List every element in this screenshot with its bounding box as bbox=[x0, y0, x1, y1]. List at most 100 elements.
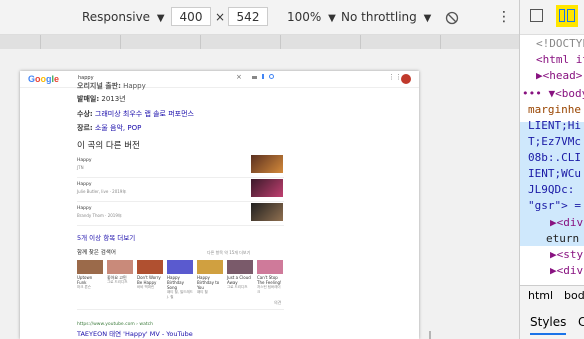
version-thumbnail[interactable] bbox=[251, 203, 283, 221]
tab-styles[interactable]: Styles bbox=[530, 315, 567, 335]
resize-handle[interactable]: ‖ bbox=[428, 330, 432, 339]
code-line[interactable]: T;Ez7VMc bbox=[528, 134, 581, 150]
version-row[interactable]: Happy JTN bbox=[77, 155, 284, 178]
devtools-panel: <!DOCTYPE <html it ▶<head> ••• ▼<body ma… bbox=[519, 0, 584, 339]
apps-icon[interactable]: ⋮⋮ bbox=[388, 73, 402, 81]
google-logo[interactable]: Google bbox=[28, 74, 59, 84]
panel-tabs: Styles C bbox=[520, 308, 584, 339]
zoom-select[interactable]: 100% ▼ bbox=[287, 0, 336, 34]
info-row: 발매일: 2013년 bbox=[77, 94, 126, 104]
device-label: Responsive bbox=[82, 10, 151, 24]
code-line[interactable]: ▶<head> bbox=[536, 68, 582, 84]
version-thumbnail[interactable] bbox=[251, 179, 283, 197]
related-card[interactable]: Happy Birthday Song 패티 힐, 밀드레드 J. 힐 bbox=[167, 260, 193, 300]
more-versions-link[interactable]: 5개 이상 항목 더보기 bbox=[77, 232, 135, 242]
code-line[interactable]: "gsr"> = bbox=[528, 198, 581, 214]
version-thumbnail[interactable] bbox=[251, 155, 283, 173]
related-card[interactable]: Don't Worry Be Happy 바비 맥퍼린 bbox=[137, 260, 163, 290]
related-card[interactable]: Just a Cloud Away 그로 드리디즈 bbox=[227, 260, 253, 290]
card-artist: 저스틴 팀버레이크 bbox=[257, 285, 281, 294]
throttle-label: No throttling bbox=[341, 10, 417, 24]
avatar[interactable] bbox=[401, 74, 411, 84]
device-toolbar: Responsive ▼ 400 × 542 100% ▼ No throttl… bbox=[0, 0, 519, 35]
device-toggle-icon[interactable] bbox=[556, 5, 578, 27]
code-line[interactable]: ▶<sty bbox=[550, 247, 583, 263]
version-title: Happy bbox=[77, 182, 92, 187]
breadcrumb-html[interactable]: html bbox=[528, 289, 553, 302]
chevron-down-icon: ▼ bbox=[156, 13, 165, 24]
info-key: 수상: bbox=[77, 110, 93, 118]
version-row[interactable]: Happy Brandy Thom · 2019年 bbox=[77, 203, 284, 226]
version-artist: JTN bbox=[77, 165, 84, 170]
mic-icon[interactable] bbox=[261, 74, 264, 79]
card-artist: 그로 드리디즈 bbox=[107, 280, 128, 284]
info-row: 수상: 그래미상 최우수 랩 솔로 퍼포먼스 bbox=[77, 109, 194, 119]
search-icon[interactable] bbox=[268, 74, 274, 79]
width-input[interactable]: 400 bbox=[171, 7, 211, 26]
card-artist: 바비 맥퍼린 bbox=[137, 285, 155, 289]
result-title[interactable]: TAEYEON 태연 'Happy' MV - YouTube bbox=[77, 328, 193, 338]
code-line[interactable]: eturn bbox=[546, 231, 579, 247]
search-tools-icons[interactable] bbox=[252, 74, 274, 81]
related-card[interactable]: Uptown Funk 마크 론슨 bbox=[77, 260, 103, 290]
version-artist: Julie Butler, live · 2019年 bbox=[77, 189, 127, 194]
tab-computed[interactable]: C bbox=[578, 315, 584, 329]
info-value: Happy bbox=[123, 82, 146, 90]
card-artist: 마크 론슨 bbox=[77, 285, 91, 289]
throttle-select[interactable]: No throttling ▼ bbox=[341, 0, 431, 34]
code-line[interactable]: LIENT;Hi bbox=[528, 118, 581, 134]
card-name: Can't Stop The Feeling! bbox=[257, 275, 282, 285]
feedback-link[interactable]: 의견 bbox=[274, 300, 281, 306]
zoom-label: 100% bbox=[287, 10, 322, 24]
searched-title: 함께 찾은 검색어 bbox=[77, 250, 116, 256]
related-card[interactable]: Happy Birthday to You 패티 힐 bbox=[197, 260, 223, 295]
height-input[interactable]: 542 bbox=[228, 7, 268, 26]
searched-more-link[interactable]: 다른 항목 약 15개 더보기 bbox=[207, 250, 250, 256]
card-name: Uptown Funk bbox=[77, 275, 93, 285]
chevron-down-icon: ▼ bbox=[423, 13, 432, 24]
card-artist: 패티 힐, 밀드레드 J. 힐 bbox=[167, 290, 193, 299]
related-card[interactable]: Can't Stop The Feeling! 저스틴 팀버레이크 bbox=[257, 260, 283, 295]
media-query-ruler bbox=[0, 35, 519, 49]
info-key: 오리지널 출판: bbox=[77, 82, 121, 90]
divider bbox=[77, 309, 284, 310]
code-line[interactable]: <!DOCTYPE bbox=[536, 36, 584, 52]
related-cards: Uptown Funk 마크 론슨 좋아요 고민 그로 드리디즈 Don't Wor… bbox=[77, 260, 287, 300]
card-name: Happy Birthday to You bbox=[197, 275, 220, 290]
code-line[interactable]: ••• ▼<body bbox=[522, 86, 584, 102]
rotate-icon[interactable] bbox=[445, 0, 459, 34]
card-artist: 패티 힐 bbox=[197, 290, 208, 294]
version-artist: Brandy Thom · 2019年 bbox=[77, 213, 122, 218]
card-name: Happy Birthday Song bbox=[167, 275, 184, 290]
code-line[interactable]: 08b:.CLI bbox=[528, 150, 581, 166]
info-row: 장르: 소울 음악, POP bbox=[77, 123, 141, 133]
breadcrumb-body[interactable]: bod bbox=[564, 289, 584, 302]
info-key: 장르: bbox=[77, 124, 93, 132]
inspect-icon[interactable] bbox=[530, 9, 543, 22]
code-line[interactable]: ▶<div bbox=[550, 215, 583, 231]
code-line[interactable]: IENT;WCu bbox=[528, 166, 581, 182]
device-frame: Google happy × ⋮⋮ 오리지널 출판: Happy 발매일: 20… bbox=[20, 71, 419, 339]
device-select[interactable]: Responsive ▼ bbox=[82, 0, 165, 34]
info-value: 2013년 bbox=[101, 95, 126, 103]
info-value-link[interactable]: 그래미상 최우수 랩 솔로 퍼포먼스 bbox=[95, 110, 194, 118]
close-icon[interactable]: × bbox=[236, 73, 242, 81]
related-card[interactable]: 좋아요 고민 그로 드리디즈 bbox=[107, 260, 133, 285]
code-line[interactable]: JL9QDc: bbox=[528, 182, 574, 198]
result-url: https://www.youtube.com › watch bbox=[77, 322, 153, 327]
version-title: Happy bbox=[77, 206, 92, 211]
breadcrumb: html bod bbox=[520, 285, 584, 309]
code-line[interactable]: marginhe bbox=[528, 102, 581, 118]
code-line[interactable]: <html it bbox=[536, 52, 584, 68]
info-row: 오리지널 출판: Happy bbox=[77, 81, 146, 91]
card-name: Don't Worry Be Happy bbox=[137, 275, 161, 285]
card-artist: 그로 드리디즈 bbox=[227, 285, 248, 289]
elements-tree: <!DOCTYPE <html it ▶<head> ••• ▼<body ma… bbox=[520, 34, 584, 284]
card-name: Just a Cloud Away bbox=[227, 275, 251, 285]
info-value-link[interactable]: 소울 음악, POP bbox=[95, 124, 141, 132]
version-row[interactable]: Happy Julie Butler, live · 2019年 bbox=[77, 179, 284, 202]
keyboard-icon[interactable] bbox=[252, 76, 257, 79]
more-vert-icon[interactable]: ⋮ bbox=[497, 0, 511, 34]
code-line[interactable]: ▶<div bbox=[550, 263, 583, 279]
devtools-toolbar bbox=[520, 0, 584, 35]
